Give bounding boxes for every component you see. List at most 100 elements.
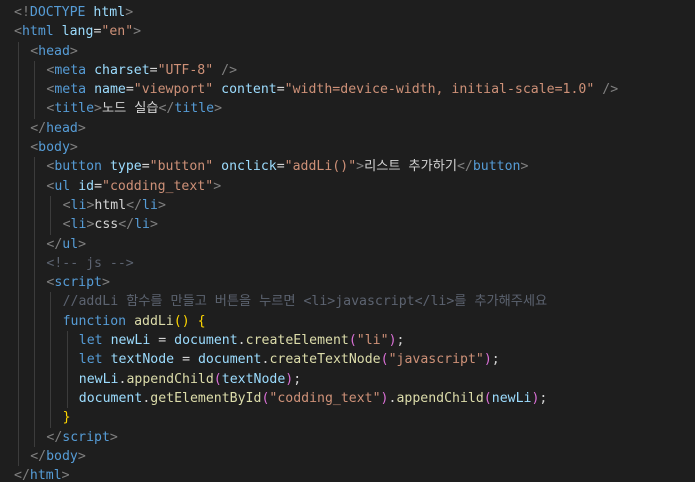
code-token: button xyxy=(472,159,521,175)
indent-guide xyxy=(66,331,68,351)
indent-guide xyxy=(18,388,19,409)
code-line[interactable]: <head> xyxy=(0,41,695,61)
code-token: createElement xyxy=(245,333,349,349)
code-token: head xyxy=(38,43,70,59)
code-token: "button" xyxy=(149,159,214,175)
code-token: > xyxy=(109,429,118,445)
code-token: = xyxy=(149,62,158,78)
indent-guide xyxy=(34,253,36,274)
code-token: ( xyxy=(380,352,389,368)
code-token: > xyxy=(157,197,166,213)
code-token: > xyxy=(213,178,222,194)
code-token: > xyxy=(77,120,86,136)
code-token: li xyxy=(70,217,87,233)
code-line[interactable]: newLi.appendChild(textNode); xyxy=(0,369,695,389)
code-editor[interactable]: <!DOCTYPE html> <html lang="en"> <head> <me… xyxy=(0,0,695,482)
code-line[interactable]: let textNode = document.createTextNode("… xyxy=(0,350,695,370)
code-line[interactable]: <ul id="codding_text"> xyxy=(0,176,695,196)
code-line[interactable]: //addLi 함수를 만들고 버튼을 누르면 <li>javascript</… xyxy=(0,292,695,312)
code-line[interactable]: <meta charset="UTF-8" /> xyxy=(0,60,695,81)
code-line[interactable]: <li>css</li> xyxy=(0,215,695,235)
code-line[interactable]: <body> xyxy=(0,138,695,158)
indent-guide xyxy=(18,427,19,447)
code-token: <! xyxy=(14,5,30,20)
indent-guide xyxy=(18,234,19,254)
code-token: "UTF-8" xyxy=(157,62,214,78)
code-token: "en" xyxy=(101,24,134,40)
code-token: /> xyxy=(602,82,619,98)
code-line[interactable]: let newLi = document.createElement("li")… xyxy=(0,331,695,351)
code-token: document xyxy=(78,390,143,406)
code-token: </ xyxy=(126,197,143,213)
code-token: head xyxy=(46,120,78,136)
code-token: "codding_text" xyxy=(269,390,381,406)
code-line[interactable]: </script> xyxy=(0,427,695,447)
code-line[interactable]: <script> xyxy=(0,273,695,293)
code-token: title xyxy=(174,101,215,117)
indent-guide xyxy=(18,331,19,351)
code-token: </ xyxy=(46,429,63,445)
code-token: = xyxy=(125,82,134,98)
indent-guide xyxy=(34,176,36,196)
code-token: /> xyxy=(221,62,238,78)
indent-guide xyxy=(66,350,68,370)
code-line[interactable]: } xyxy=(0,408,695,428)
indent-guide xyxy=(34,215,36,235)
code-line[interactable]: <li>html</li> xyxy=(0,195,695,216)
code-line[interactable]: function addLi() { xyxy=(0,311,695,332)
code-token: ( xyxy=(213,371,222,387)
code-line[interactable]: <html lang="en"> xyxy=(0,22,695,41)
code-line[interactable]: <!DOCTYPE html> xyxy=(0,3,695,22)
indent-guide xyxy=(18,41,19,61)
code-line[interactable]: document.getElementById("codding_text").… xyxy=(0,388,695,409)
code-token: ) xyxy=(483,352,492,368)
code-token: ul xyxy=(62,236,79,252)
code-token: } xyxy=(62,410,71,426)
code-token: ( xyxy=(483,390,492,406)
indent-guide xyxy=(34,195,36,216)
code-token: createTextNode xyxy=(269,352,381,368)
code-line[interactable]: <!-- js --> xyxy=(0,253,695,274)
code-line[interactable]: </html> xyxy=(0,466,695,482)
code-token: content xyxy=(221,82,277,98)
indent-guide xyxy=(66,388,68,409)
code-token: = xyxy=(158,333,167,349)
code-token: () xyxy=(173,313,190,329)
code-token: 리스트 추가하기 xyxy=(364,159,457,175)
code-token: </ xyxy=(14,468,30,482)
code-line[interactable]: <title>노드 실습</title> xyxy=(0,99,695,119)
code-token: ; xyxy=(491,352,500,368)
code-token: </ xyxy=(456,159,473,175)
code-line[interactable]: <button type="button" onclick="addLi()">… xyxy=(0,157,695,177)
indent-guide xyxy=(18,195,19,216)
code-line[interactable]: </body> xyxy=(0,446,695,467)
code-token: < xyxy=(62,197,71,213)
code-token: appendChild xyxy=(126,371,214,387)
code-token: > xyxy=(78,236,87,252)
indent-guide xyxy=(18,118,19,139)
code-line[interactable]: <meta name="viewport" content="width=dev… xyxy=(0,80,695,100)
code-token: addLi xyxy=(134,313,174,329)
indent-guide xyxy=(18,350,19,370)
indent-guide xyxy=(34,157,36,177)
indent-guide xyxy=(50,215,52,235)
code-token: ; xyxy=(539,390,548,406)
code-token: . xyxy=(237,333,246,349)
code-line[interactable]: </ul> xyxy=(0,234,695,254)
code-token: script xyxy=(54,275,102,291)
indent-guide xyxy=(18,253,19,274)
code-token: > xyxy=(69,43,78,59)
code-line[interactable]: </head> xyxy=(0,118,695,139)
code-token: > xyxy=(77,448,86,464)
code-token: newLi xyxy=(110,333,151,349)
indent-guide xyxy=(34,311,36,332)
